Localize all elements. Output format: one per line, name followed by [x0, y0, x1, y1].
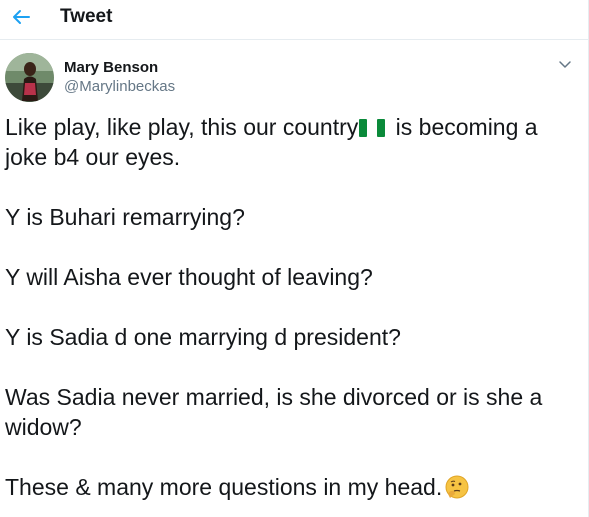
tweet-line: Y is Sadia d one marrying d president?	[5, 324, 401, 350]
tweet-text-segment: These & many more questions in my head.	[5, 474, 443, 500]
tweet-line: These & many more questions in my head.	[5, 472, 570, 502]
top-bar: Tweet	[0, 0, 588, 40]
chevron-down-icon	[559, 61, 571, 68]
author-name[interactable]: Mary Benson	[64, 59, 158, 76]
tweet-line: Like play, like play, this our country i…	[5, 112, 570, 142]
tweet-text-segment: is becoming a	[389, 114, 538, 140]
tweet-text: Like play, like play, this our country i…	[5, 112, 570, 502]
avatar[interactable]	[5, 53, 54, 102]
tweet-line: joke b4 our eyes.	[5, 144, 181, 170]
thinking-face-icon	[444, 474, 470, 500]
tweet-line: widow?	[5, 414, 82, 440]
page-title: Tweet	[60, 6, 113, 27]
tweet-line: Y will Aisha ever thought of leaving?	[5, 264, 373, 290]
arrow-left-icon	[13, 10, 30, 24]
more-options-button[interactable]	[555, 55, 575, 75]
tweet-text-segment: Like play, like play, this our country	[5, 114, 359, 140]
tweet-line: Y is Buhari remarrying?	[5, 204, 245, 230]
author-handle[interactable]: @Marylinbeckas	[64, 78, 175, 95]
back-button[interactable]	[6, 3, 36, 31]
tweet-line: Was Sadia never married, is she divorced…	[5, 384, 543, 410]
nigeria-flag-icon	[359, 115, 386, 137]
